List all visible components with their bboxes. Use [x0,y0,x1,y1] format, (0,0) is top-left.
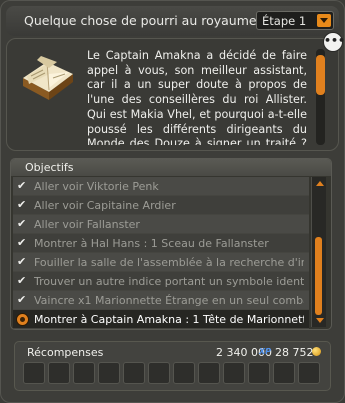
objective-row[interactable]: ✔ Montrer à Hal Hans : 1 Sceau de Fallan… [13,234,309,253]
objective-text: Vaincre x1 Marionnette Étrange en un seu… [34,294,304,307]
objectives-list: ✔ Aller voir Viktorie Penk ✔ Aller voir … [13,177,309,329]
open-book-icon [23,56,73,100]
objective-row[interactable]: ✔ Fouiller la salle de l'assemblée à la … [13,253,309,272]
reward-slot[interactable] [248,362,270,384]
objective-text: Aller voir Capitaine Ardier [34,199,176,212]
objective-row[interactable]: ✔ Aller voir Capitaine Ardier [13,196,309,215]
check-icon: ✔ [17,255,27,268]
description-scrollbar[interactable] [316,49,325,145]
xp-icon: XP [259,347,272,356]
objective-row[interactable]: ✔ Trouver un autre indice portant un sym… [13,272,309,291]
target-icon[interactable] [16,313,29,326]
rewards-label: Récompenses [27,346,104,359]
objective-text: Fouiller la salle de l'assemblée à la re… [34,256,304,269]
objectives-scrollbar[interactable] [311,177,326,327]
check-icon: ✔ [17,274,27,287]
objective-row-current[interactable]: Montrer à Captain Amakna : 1 Tête de Mar… [13,310,309,329]
reward-slot[interactable] [273,362,295,384]
objective-row[interactable]: ✔ Vaincre x1 Marionnette Étrange en un s… [13,291,309,310]
objective-text: Montrer à Captain Amakna : 1 Tête de Mar… [34,313,304,326]
reward-slot[interactable] [148,362,170,384]
objective-text: Aller voir Fallanster [34,218,140,231]
objective-row[interactable]: ✔ Aller voir Fallanster [13,215,309,234]
chevron-down-icon[interactable] [317,14,331,27]
check-icon: ✔ [17,217,27,230]
check-icon: ✔ [17,198,27,211]
quest-description-text: Le Captain Amakna a décidé de faire appe… [87,49,307,145]
reward-slot[interactable] [223,362,245,384]
objectives-title: Objectifs [25,161,74,174]
reward-slot[interactable] [23,362,45,384]
scroll-down-icon[interactable] [316,318,324,323]
step-dropdown[interactable]: Étape 1 [256,11,334,30]
reward-slot[interactable] [73,362,95,384]
objective-text: Montrer à Hal Hans : 1 Sceau de Fallanst… [34,237,269,250]
reward-slot[interactable] [198,362,220,384]
reward-slot[interactable] [98,362,120,384]
kama-coin-icon [312,347,321,356]
scroll-up-icon[interactable] [316,181,324,186]
reward-slot[interactable] [123,362,145,384]
objectives-panel: Objectifs ✔ Aller voir Viktorie Penk ✔ A… [10,158,332,330]
objective-text: Trouver un autre indice portant un symbo… [34,275,304,288]
check-icon: ✔ [17,293,27,306]
quest-title: Quelque chose de pourri au royaume ... [24,13,256,28]
quest-description-panel: Le Captain Amakna a décidé de faire appe… [6,38,339,151]
objectives-scroll-thumb[interactable] [315,237,322,315]
quest-window: Quelque chose de pourri au royaume ... É… [0,0,345,403]
objectives-header: Objectifs [11,159,331,176]
kamas-reward-value: 28 752 [275,346,314,359]
objective-text: Aller voir Viktorie Penk [34,180,159,193]
step-dropdown-value: Étape 1 [262,14,307,28]
reward-slot[interactable] [173,362,195,384]
reward-slot[interactable] [298,362,320,384]
rewards-panel: Récompenses 2 340 000 XP 28 752 [14,341,331,391]
reward-slot[interactable] [48,362,70,384]
quest-header: Quelque chose de pourri au royaume ... É… [6,6,339,36]
check-icon: ✔ [17,179,27,192]
more-options-button[interactable]: ••• [323,32,345,52]
check-icon: ✔ [17,236,27,249]
objective-row[interactable]: ✔ Aller voir Viktorie Penk [13,177,309,196]
description-scroll-thumb[interactable] [316,55,325,95]
